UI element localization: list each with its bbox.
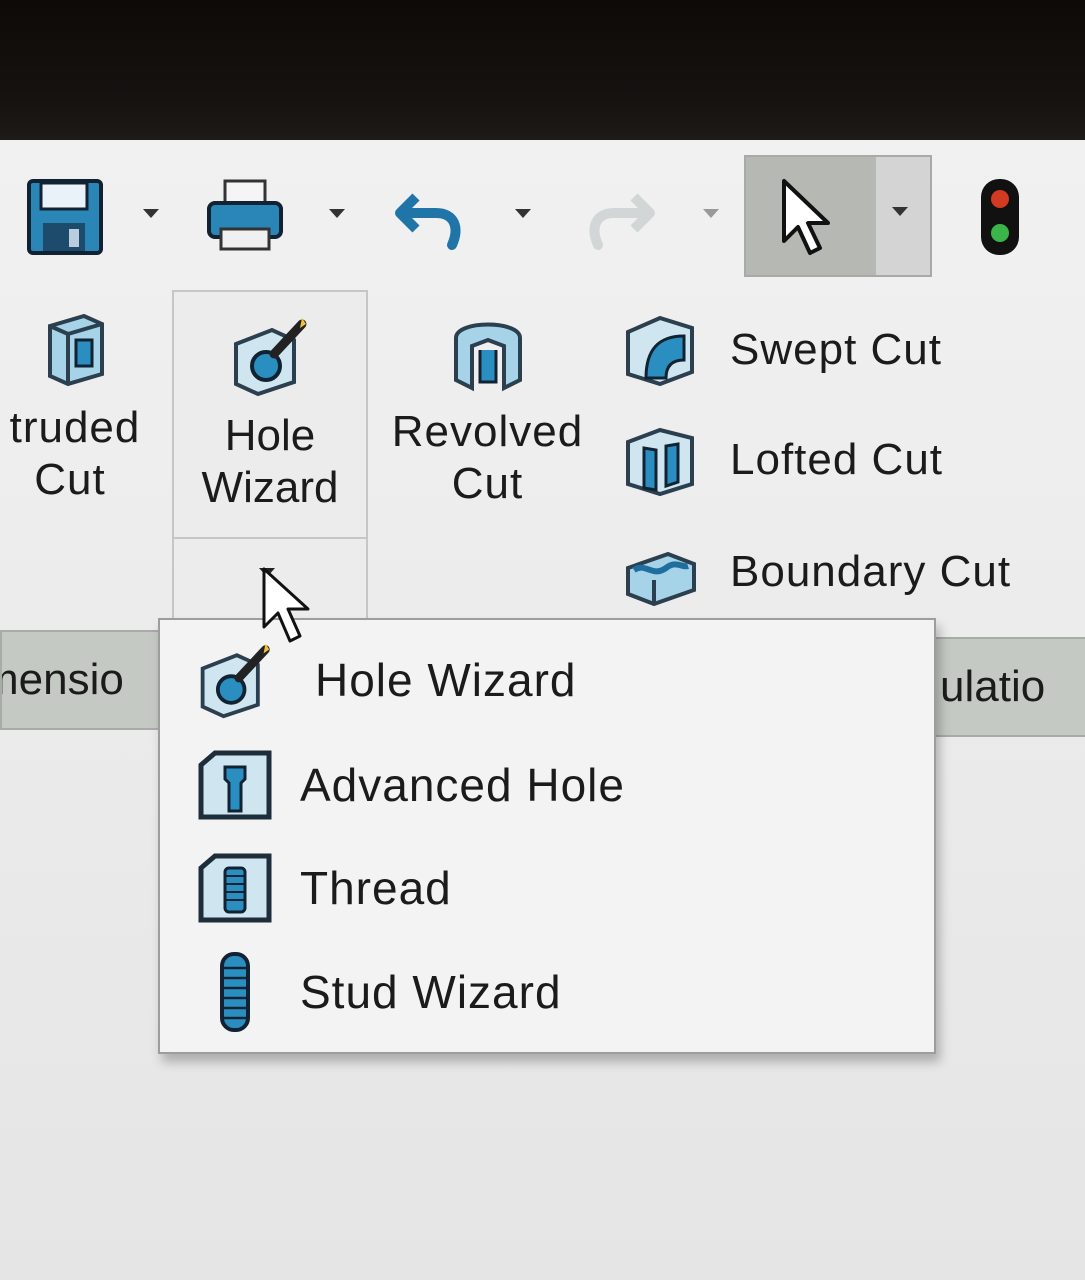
hole-wizard-line2: Wizard <box>201 463 339 512</box>
extruded-cut-line1: truded <box>9 403 141 452</box>
boundary-cut-label: Boundary Cut <box>730 547 1012 596</box>
select-dropdown-arrow[interactable] <box>892 207 908 216</box>
revolved-cut-button[interactable]: Revolved Cut <box>385 310 590 510</box>
hole-wizard-button[interactable]: Hole Wizard <box>174 292 366 537</box>
redo-dropdown-arrow <box>700 202 722 224</box>
save-icon[interactable] <box>20 172 110 262</box>
swept-cut-label: Swept Cut <box>730 325 942 374</box>
revolved-cut-icon <box>453 322 522 392</box>
menu-item-label: Hole Wizard <box>315 654 577 706</box>
hole-wizard-dropdown-menu: Hole Wizard Advanced Hole Thread Stud Wi… <box>158 618 936 1054</box>
tab-dimension-label: mensio <box>2 655 124 704</box>
monitor-bezel <box>0 0 1085 140</box>
tab-simulation-label: ulatio <box>940 662 1046 711</box>
menu-item-thread[interactable]: Thread <box>190 838 910 938</box>
hole-wizard-icon <box>234 318 307 397</box>
print-icon[interactable] <box>200 172 290 262</box>
lofted-cut-label: Lofted Cut <box>730 435 944 484</box>
extruded-cut-button[interactable]: truded Cut <box>0 310 160 506</box>
menu-item-label: Stud Wizard <box>300 966 562 1018</box>
menu-item-stud-wizard[interactable]: Stud Wizard <box>190 942 910 1042</box>
menu-item-label: Thread <box>300 862 452 914</box>
undo-icon[interactable] <box>385 172 475 262</box>
select-pointer-icon <box>782 179 830 255</box>
lofted-cut-icon <box>620 420 700 500</box>
quick-access-toolbar <box>0 150 1085 285</box>
redo-icon <box>575 172 665 262</box>
thread-icon <box>190 843 280 933</box>
swept-cut-icon <box>620 310 700 390</box>
boundary-cut-icon <box>620 532 700 612</box>
save-dropdown-arrow[interactable] <box>140 202 162 224</box>
select-tool-button[interactable] <box>744 155 932 277</box>
swept-cut-button[interactable]: Swept Cut <box>620 305 942 395</box>
revolved-cut-line2: Cut <box>451 459 524 508</box>
menu-item-label: Advanced Hole <box>300 759 625 811</box>
tab-dimension[interactable]: mensio <box>0 630 170 730</box>
stud-wizard-icon <box>190 947 280 1037</box>
mouse-pointer-icon <box>262 567 310 643</box>
tab-simulation[interactable]: ulatio <box>930 637 1085 737</box>
hole-wizard-line1: Hole <box>224 411 316 460</box>
revolved-cut-line1: Revolved <box>391 407 584 456</box>
advanced-hole-icon <box>190 740 280 830</box>
undo-dropdown-arrow[interactable] <box>512 202 534 224</box>
rebuild-traffic-light-icon[interactable] <box>955 172 1045 262</box>
extruded-cut-icon <box>48 313 104 387</box>
lofted-cut-button[interactable]: Lofted Cut <box>620 415 943 505</box>
boundary-cut-button[interactable]: Boundary Cut <box>620 527 1011 617</box>
print-dropdown-arrow[interactable] <box>326 202 348 224</box>
extruded-cut-line2: Cut <box>34 455 106 504</box>
menu-item-advanced-hole[interactable]: Advanced Hole <box>190 735 910 835</box>
